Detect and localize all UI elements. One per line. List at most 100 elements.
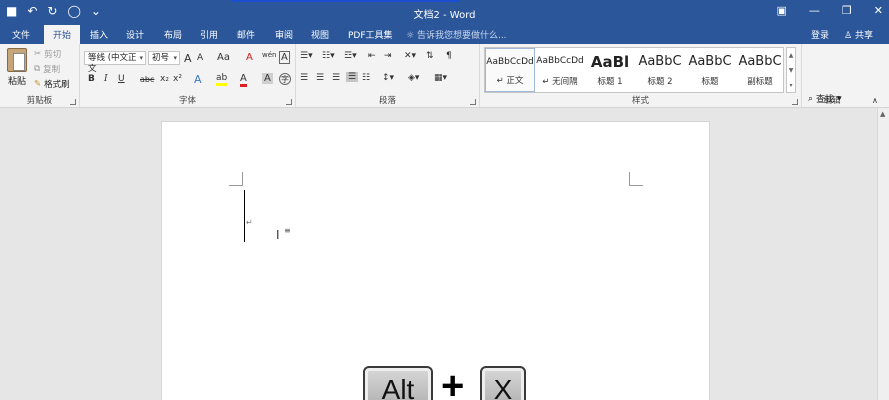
more-styles-icon[interactable]: ▾ <box>787 78 795 93</box>
find-button[interactable]: ⌕ 查找 ▾ <box>808 92 842 106</box>
paragraph-launcher-icon[interactable] <box>470 99 476 105</box>
style-sample: AaBl <box>590 53 630 71</box>
tab-layout[interactable]: 布局 <box>164 28 182 41</box>
decrease-indent-icon[interactable]: ⇤ <box>368 51 376 61</box>
numbering-icon[interactable]: ☷▾ <box>322 51 335 61</box>
style-name: ↵ 无间隔 <box>542 77 578 87</box>
underline-button[interactable]: U <box>118 74 125 84</box>
document-page[interactable]: ↵ Ⅰ ≡ <box>161 121 710 400</box>
line-spacing-icon[interactable]: ↕▾ <box>382 73 394 83</box>
change-case-button[interactable]: Aa <box>217 52 230 63</box>
style-normal[interactable]: AaBbCcDd ↵ 正文 <box>485 48 535 92</box>
tell-me-search[interactable]: ☼ 告诉我您想要做什么... <box>406 28 507 41</box>
tab-insert[interactable]: 插入 <box>90 28 108 41</box>
multilevel-list-icon[interactable]: ☲▾ <box>344 51 357 61</box>
font-name-select[interactable]: 等线 (中文正文 ▾ <box>84 51 146 74</box>
align-center-icon[interactable]: ☰ <box>316 73 324 83</box>
share-button[interactable]: ♙ 共享 <box>844 28 873 41</box>
enclose-characters-button[interactable]: 字 <box>279 73 291 85</box>
strikethrough-button[interactable]: abc <box>140 75 154 84</box>
lightbulb-icon: ☼ <box>406 31 415 41</box>
tab-view[interactable]: 视图 <box>311 28 329 41</box>
increase-indent-icon[interactable]: ⇥ <box>384 51 392 61</box>
format-painter-button[interactable]: ✎ 格式刷 <box>34 78 70 90</box>
character-shading-button[interactable]: A <box>262 73 273 84</box>
style-name: 副标题 <box>747 77 773 87</box>
collapse-ribbon-icon[interactable]: ∧ <box>872 96 878 105</box>
font-name-value: 等线 (中文正文 <box>88 53 137 74</box>
style-sample: AaBbCcDd <box>536 56 584 66</box>
superscript-button[interactable]: x² <box>173 74 182 84</box>
bold-button[interactable]: B <box>88 74 95 84</box>
font-color-button[interactable]: A <box>240 73 247 87</box>
style-name: 标题 2 <box>647 77 673 87</box>
restore-button[interactable]: ❐ <box>842 4 852 17</box>
paragraph-group: ☰▾ ☷▾ ☲▾ ⇤ ⇥ ✕▾ ⇅ ¶ ☰ ☰ ☰ ☰ ☷ ↕▾ ◈▾ ▦▾ 段… <box>296 44 480 108</box>
clipboard-icon <box>7 48 27 72</box>
sort-icon[interactable]: ⇅ <box>426 51 434 61</box>
font-group: 等线 (中文正文 ▾ 初号 ▾ A A Aa A wén A B I U abc x… <box>80 44 296 108</box>
borders-icon[interactable]: ▦▾ <box>434 73 447 83</box>
clear-formatting-button[interactable]: A <box>246 52 253 63</box>
character-border-button[interactable]: A <box>279 51 290 64</box>
chevron-up-icon[interactable]: ▲ <box>787 48 795 63</box>
tab-references[interactable]: 引用 <box>200 28 218 41</box>
tab-file[interactable]: 文件 <box>12 28 30 41</box>
styles-launcher-icon[interactable] <box>792 99 798 105</box>
scissors-icon: ✂ <box>34 49 42 59</box>
tab-design[interactable]: 设计 <box>126 28 144 41</box>
sign-in-link[interactable]: 登录 <box>811 28 829 41</box>
person-icon: ♙ <box>844 31 853 41</box>
scroll-up-icon[interactable]: ▲ <box>880 110 885 118</box>
bullets-icon[interactable]: ☰▾ <box>300 51 313 61</box>
italic-button[interactable]: I <box>104 74 108 84</box>
close-button[interactable]: ✕ <box>874 4 883 17</box>
clipboard-group: 粘贴 ✂ 剪切 ⧉ 复制 ✎ 格式刷 剪贴板 <box>0 44 80 108</box>
distributed-icon[interactable]: ☷ <box>362 73 370 83</box>
phonetic-guide-button[interactable]: wén <box>262 51 276 59</box>
align-right-icon[interactable]: ☰ <box>332 73 340 83</box>
style-heading-2[interactable]: AaBbC 标题 2 <box>635 48 685 92</box>
chevron-down-icon: ▾ <box>139 54 143 62</box>
shading-icon[interactable]: ◈▾ <box>408 73 419 83</box>
chinese-layout-icon[interactable]: ✕▾ <box>404 51 416 61</box>
plus-sign: + <box>441 364 465 400</box>
tab-home[interactable]: 开始 <box>44 25 81 44</box>
tab-review[interactable]: 审阅 <box>275 28 293 41</box>
ibeam-cursor-icon: Ⅰ <box>276 228 280 242</box>
style-title[interactable]: AaBbC 标题 <box>685 48 735 92</box>
minimize-button[interactable]: — <box>809 4 820 17</box>
subscript-button[interactable]: x₂ <box>160 74 169 84</box>
shrink-font-button[interactable]: A <box>197 53 203 63</box>
style-heading-1[interactable]: AaBl 标题 1 <box>585 48 635 92</box>
show-marks-icon[interactable]: ¶ <box>446 51 452 61</box>
clipboard-launcher-icon[interactable] <box>70 99 76 105</box>
vertical-scrollbar[interactable]: ▲ <box>877 108 889 400</box>
font-launcher-icon[interactable] <box>286 99 292 105</box>
font-size-value: 初号 <box>152 53 170 63</box>
style-no-spacing[interactable]: AaBbCcDd ↵ 无间隔 <box>535 48 585 92</box>
style-subtitle[interactable]: AaBbC 副标题 <box>735 48 785 92</box>
grow-font-button[interactable]: A <box>184 52 192 65</box>
text-effects-button[interactable]: A <box>194 73 202 86</box>
justify-icon[interactable]: ☰ <box>346 72 359 82</box>
ribbon-options-button[interactable]: ▣ <box>777 4 787 17</box>
font-size-select[interactable]: 初号 ▾ <box>148 51 180 65</box>
highlight-button[interactable]: ab <box>216 73 228 86</box>
tab-mailings[interactable]: 邮件 <box>237 28 255 41</box>
tab-pdf-tools[interactable]: PDF工具集 <box>348 28 393 41</box>
window-controls: ▣ — ❐ ✕ <box>777 4 884 17</box>
window-title: 文档2 - Word <box>413 10 476 21</box>
align-left-icon[interactable]: ☰ <box>300 73 308 83</box>
chevron-down-icon: ▾ <box>837 93 842 104</box>
format-painter-label: 格式刷 <box>44 80 70 90</box>
cut-button[interactable]: ✂ 剪切 <box>34 48 61 60</box>
copy-label: 复制 <box>43 65 61 75</box>
styles-gallery-scroll[interactable]: ▲ ▼ ▾ <box>786 47 796 93</box>
copy-button[interactable]: ⧉ 复制 <box>34 63 60 75</box>
cut-label: 剪切 <box>44 50 62 60</box>
chevron-down-icon[interactable]: ▼ <box>787 63 795 78</box>
style-name: ↵ 正文 <box>496 76 524 86</box>
paste-button[interactable]: 粘贴 <box>4 48 30 87</box>
search-icon: ⌕ <box>808 93 814 104</box>
